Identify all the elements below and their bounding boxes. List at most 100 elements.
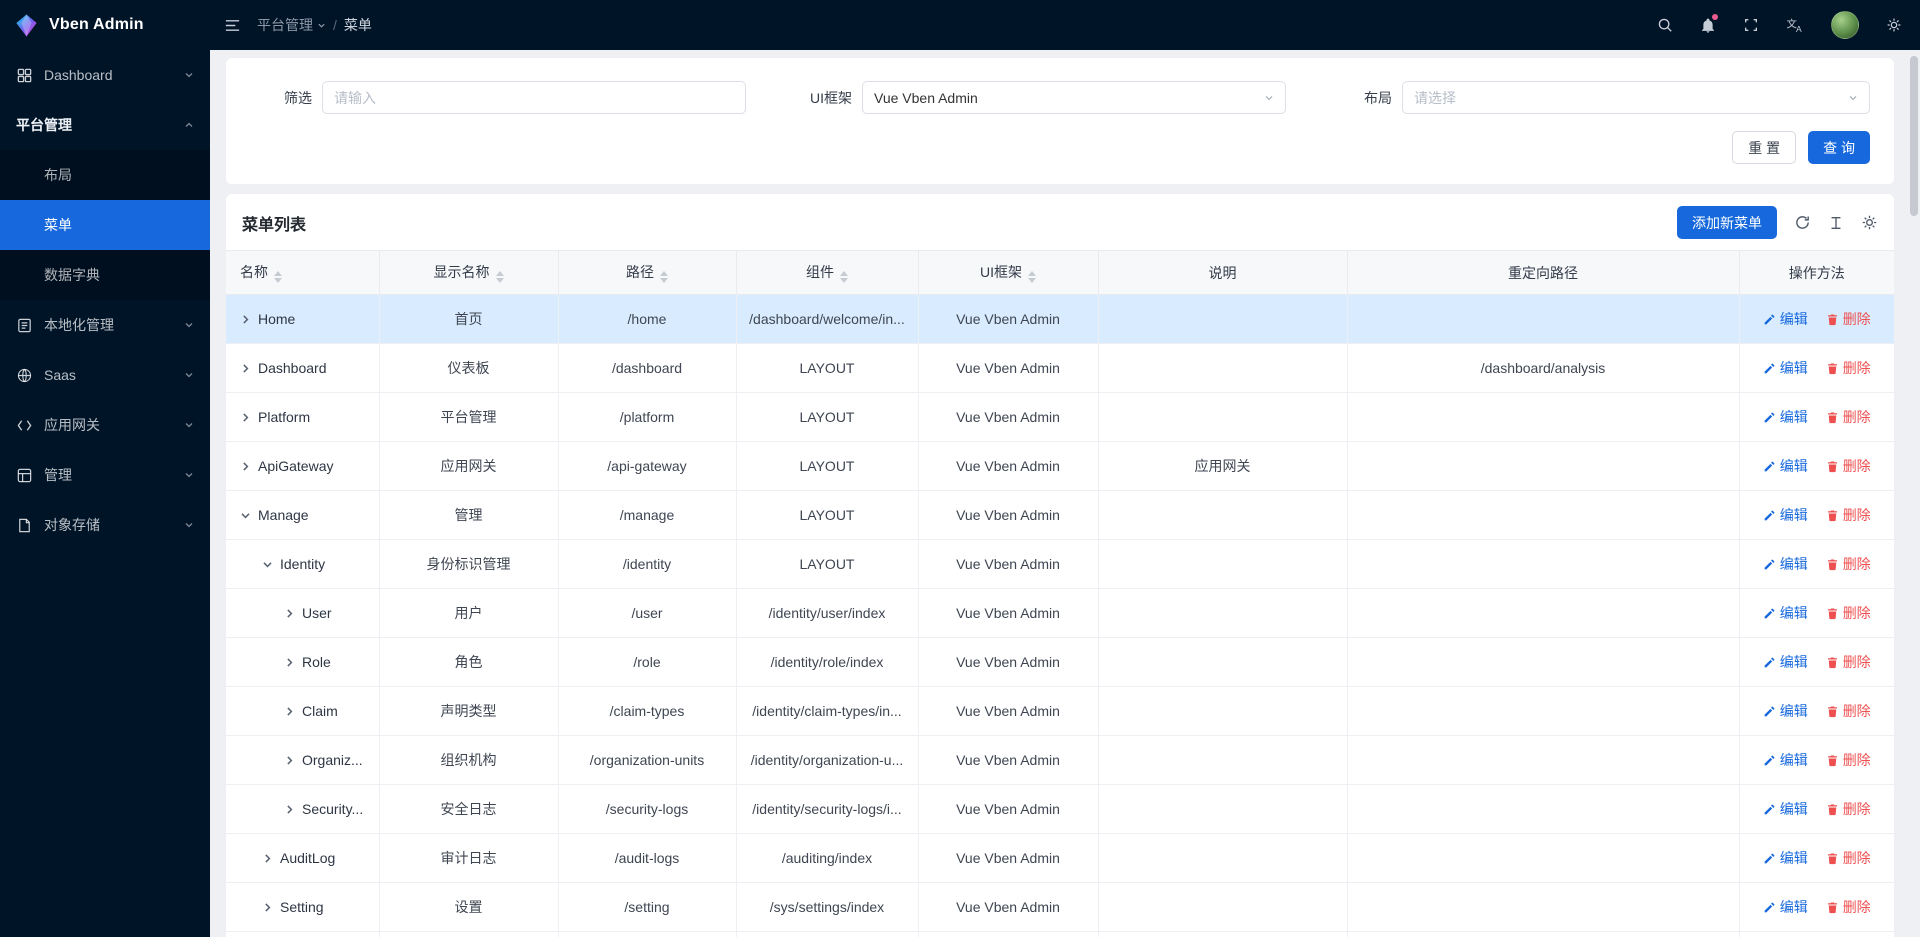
- delete-link[interactable]: 删除: [1826, 505, 1871, 525]
- sort-icons[interactable]: [1028, 271, 1036, 283]
- reset-button[interactable]: 重 置: [1732, 131, 1796, 164]
- query-button[interactable]: 查 询: [1808, 131, 1870, 164]
- edit-link[interactable]: 编辑: [1763, 848, 1808, 868]
- search-icon[interactable]: [1657, 17, 1673, 33]
- ui-framework-select[interactable]: Vue Vben Admin: [862, 81, 1286, 114]
- sidebar-item-dashboard[interactable]: Dashboard: [0, 50, 210, 100]
- edit-link[interactable]: 编辑: [1763, 407, 1808, 427]
- row-height-icon[interactable]: [1828, 215, 1844, 231]
- display-name-cell: 仪表板: [379, 344, 558, 393]
- ui-framework-cell: Vue Vben Admin: [918, 491, 1098, 540]
- sidebar-item-app-gateway[interactable]: 应用网关: [0, 400, 210, 450]
- expand-caret-icon[interactable]: [240, 363, 251, 374]
- app-logo[interactable]: Vben Admin: [0, 0, 210, 50]
- edit-link[interactable]: 编辑: [1763, 897, 1808, 917]
- sort-icons[interactable]: [496, 271, 504, 283]
- table-row[interactable]: Identity 身份标识管理 /identity LAYOUT Vue Vbe…: [226, 540, 1894, 589]
- sidebar-item-menu[interactable]: 菜单: [0, 200, 210, 250]
- keyword-input[interactable]: [334, 90, 734, 106]
- expand-caret-icon[interactable]: [284, 657, 295, 668]
- delete-link[interactable]: 删除: [1826, 848, 1871, 868]
- delete-link[interactable]: 删除: [1826, 799, 1871, 819]
- refresh-icon[interactable]: [1794, 214, 1811, 231]
- expand-caret-icon[interactable]: [240, 314, 251, 325]
- delete-link[interactable]: 删除: [1826, 456, 1871, 476]
- expand-caret-icon[interactable]: [262, 902, 273, 913]
- add-menu-button[interactable]: 添加新菜单: [1677, 206, 1777, 239]
- delete-link[interactable]: 删除: [1826, 897, 1871, 917]
- expand-caret-icon[interactable]: [240, 412, 251, 423]
- table-row[interactable]: Dashboard 仪表板 /dashboard LAYOUT Vue Vben…: [226, 344, 1894, 393]
- column-header-path[interactable]: 路径: [558, 251, 736, 295]
- sidebar-item-platform[interactable]: 平台管理: [0, 100, 210, 150]
- chevron-down-icon: [184, 70, 194, 80]
- sidebar-item-label: 数据字典: [44, 265, 194, 285]
- table-row[interactable]: Organiz... 组织机构 /organization-units /ide…: [226, 736, 1894, 785]
- sort-icons[interactable]: [840, 271, 848, 283]
- edit-link[interactable]: 编辑: [1763, 750, 1808, 770]
- sort-icons[interactable]: [660, 271, 668, 283]
- expand-caret-icon[interactable]: [262, 853, 273, 864]
- translate-icon[interactable]: 文A: [1786, 17, 1804, 34]
- expand-caret-icon[interactable]: [262, 559, 273, 570]
- delete-link[interactable]: 删除: [1826, 554, 1871, 574]
- column-settings-gear-icon[interactable]: [1861, 214, 1878, 231]
- delete-link[interactable]: 删除: [1826, 701, 1871, 721]
- expand-caret-icon[interactable]: [284, 755, 295, 766]
- layout-select[interactable]: 请选择: [1402, 81, 1870, 114]
- edit-link[interactable]: 编辑: [1763, 701, 1808, 721]
- delete-link[interactable]: 删除: [1826, 358, 1871, 378]
- expand-caret-icon[interactable]: [240, 461, 251, 472]
- delete-link[interactable]: 删除: [1826, 309, 1871, 329]
- table-row[interactable]: Home 首页 /home /dashboard/welcome/in... V…: [226, 295, 1894, 344]
- expand-caret-icon[interactable]: [284, 706, 295, 717]
- table-row[interactable]: AuditLog 审计日志 /audit-logs /auditing/inde…: [226, 834, 1894, 883]
- page-scrollbar[interactable]: [1908, 50, 1920, 937]
- edit-link[interactable]: 编辑: [1763, 799, 1808, 819]
- sidebar-item-localization[interactable]: 本地化管理: [0, 300, 210, 350]
- scrollbar-thumb[interactable]: [1910, 56, 1918, 216]
- delete-link[interactable]: 删除: [1826, 750, 1871, 770]
- user-avatar[interactable]: [1831, 11, 1859, 39]
- column-header-name[interactable]: 名称: [226, 251, 379, 295]
- breadcrumb-parent[interactable]: 平台管理: [257, 15, 326, 35]
- edit-link[interactable]: 编辑: [1763, 456, 1808, 476]
- table-row[interactable]: Claim 声明类型 /claim-types /identity/claim-…: [226, 687, 1894, 736]
- sidebar-item-management[interactable]: 管理: [0, 450, 210, 500]
- expand-caret-icon[interactable]: [284, 608, 295, 619]
- column-header-component[interactable]: 组件: [736, 251, 918, 295]
- table-row[interactable]: Manage 管理 /manage LAYOUT Vue Vben Admin …: [226, 491, 1894, 540]
- table-row[interactable]: Platform 平台管理 /platform LAYOUT Vue Vben …: [226, 393, 1894, 442]
- sidebar-item-layout[interactable]: 布局: [0, 150, 210, 200]
- column-header-ui-framework[interactable]: UI框架: [918, 251, 1098, 295]
- table-row[interactable]: User 用户 /user /identity/user/index Vue V…: [226, 589, 1894, 638]
- table-row[interactable]: Role 角色 /role /identity/role/index Vue V…: [226, 638, 1894, 687]
- pencil-icon: [1763, 411, 1776, 424]
- table-row[interactable]: ApiGateway 应用网关 /api-gateway LAYOUT Vue …: [226, 442, 1894, 491]
- fullscreen-icon[interactable]: [1743, 17, 1759, 33]
- edit-link[interactable]: 编辑: [1763, 309, 1808, 329]
- menu-table: 名称 显示名称 路径 组件 UI框架 说明 重定向路径 操作方法 Home 首页…: [226, 250, 1894, 937]
- platform-submenu: 布局 菜单 数据字典: [0, 150, 210, 300]
- sidebar-item-data-dictionary[interactable]: 数据字典: [0, 250, 210, 300]
- delete-link[interactable]: 删除: [1826, 652, 1871, 672]
- expand-caret-icon[interactable]: [284, 804, 295, 815]
- sidebar-item-saas[interactable]: Saas: [0, 350, 210, 400]
- settings-gear-icon[interactable]: [1886, 17, 1902, 33]
- edit-link[interactable]: 编辑: [1763, 554, 1808, 574]
- expand-caret-icon[interactable]: [240, 510, 251, 521]
- table-row[interactable]: Security... 安全日志 /security-logs /identit…: [226, 785, 1894, 834]
- table-row[interactable]: Setting 设置 /setting /sys/settings/index …: [226, 883, 1894, 932]
- edit-link[interactable]: 编辑: [1763, 603, 1808, 623]
- menu-name: Organiz...: [302, 752, 363, 768]
- sidebar-item-object-storage[interactable]: 对象存储: [0, 500, 210, 550]
- sidebar-toggle-icon[interactable]: [224, 17, 241, 34]
- edit-link[interactable]: 编辑: [1763, 505, 1808, 525]
- edit-link[interactable]: 编辑: [1763, 652, 1808, 672]
- column-header-display-name[interactable]: 显示名称: [379, 251, 558, 295]
- edit-link[interactable]: 编辑: [1763, 358, 1808, 378]
- delete-link[interactable]: 删除: [1826, 603, 1871, 623]
- sort-icons[interactable]: [274, 271, 282, 283]
- delete-link[interactable]: 删除: [1826, 407, 1871, 427]
- notifications-bell-icon[interactable]: [1700, 17, 1716, 34]
